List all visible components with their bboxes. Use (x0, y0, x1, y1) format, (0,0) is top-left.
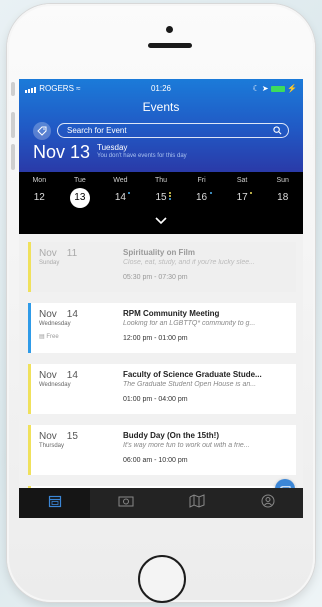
event-month: Nov (39, 431, 57, 442)
day-thu[interactable]: Thu 15 (143, 177, 179, 208)
event-card[interactable]: Nov 14 Wednesday ▤ Free RPM Community Meetin… (28, 303, 296, 353)
day-number: 13 (69, 188, 90, 208)
day-number: 17 (232, 188, 253, 208)
event-dot (250, 192, 253, 194)
chevron-down-icon[interactable] (155, 217, 167, 225)
event-date: Nov 14 (39, 309, 78, 320)
event-title: Spirituality on Film (123, 248, 196, 257)
battery-icon (270, 85, 285, 92)
day-name: Wed (113, 177, 128, 184)
day-number: 14 (110, 188, 131, 208)
event-description: Close, eat, study, and if you're lucky s… (123, 259, 255, 266)
event-dot (169, 192, 171, 194)
event-card[interactable]: Nov 15 Thursday Buddy Day (On the 15th!) It'… (28, 425, 296, 475)
event-dot (209, 192, 212, 194)
tag-icon (37, 126, 47, 136)
day-name: Tue (73, 177, 86, 184)
event-description: The Graduate Student Open House is an... (123, 381, 257, 388)
tab-map[interactable] (161, 488, 232, 518)
event-weekday: Wednesday (39, 321, 71, 327)
event-month: Nov (39, 248, 57, 259)
event-card[interactable]: Nov 11 Sunday Spirituality on Film Close, ea… (28, 242, 296, 292)
event-weekday: Thursday (39, 443, 65, 449)
event-month: Nov (39, 370, 57, 381)
event-dot (169, 195, 171, 197)
earpiece-speaker (148, 43, 192, 48)
day-sat[interactable]: Sat 17 (224, 177, 260, 208)
event-weekday: Wednesday (39, 382, 71, 388)
event-date: Nov 11 (39, 248, 77, 259)
event-time: 12:00 pm - 01:00 pm (123, 335, 188, 342)
map-icon (189, 493, 205, 513)
event-day: 15 (66, 431, 78, 442)
camera-icon (118, 494, 134, 512)
app-screen: ROGERS ≈ 01:26 ☾ ➤ ⚡ Events Search for E… (19, 79, 303, 518)
day-name: Mon (32, 177, 47, 184)
day-name: Fri (197, 177, 206, 184)
volume-up-button (11, 112, 15, 138)
day-tue[interactable]: Tue 13 (62, 177, 98, 208)
home-button[interactable] (138, 555, 186, 603)
status-right: ☾ ➤ ⚡ (252, 84, 297, 93)
front-camera (166, 26, 173, 33)
event-time: 06:00 am - 10:00 pm (123, 457, 188, 464)
day-number: 12 (33, 192, 45, 203)
status-bar: ROGERS ≈ 01:26 ☾ ➤ ⚡ (19, 84, 303, 96)
event-free-badge: ▤ Free (39, 333, 59, 340)
day-fri[interactable]: Fri 16 (184, 177, 220, 208)
tab-profile[interactable] (232, 488, 303, 518)
search-input[interactable]: Search for Event (57, 123, 289, 138)
search-icon (273, 126, 282, 135)
event-title: RPM Community Meeting (123, 309, 220, 318)
search-placeholder: Search for Event (67, 126, 127, 135)
event-month: Nov (39, 309, 57, 320)
event-description: It's way more fun to work out with a fri… (123, 442, 250, 449)
event-day: 14 (66, 309, 78, 320)
page-title: Events (142, 100, 180, 114)
day-name: Sat (236, 177, 248, 184)
event-time: 01:00 pm - 04:00 pm (123, 396, 188, 403)
moon-icon: ☾ (252, 84, 260, 93)
mute-switch (11, 82, 15, 96)
event-date: Nov 14 (39, 370, 78, 381)
day-number: 15 (151, 188, 171, 208)
profile-icon (261, 494, 275, 513)
event-dot (169, 198, 171, 200)
day-sun[interactable]: Sun 18 (265, 177, 301, 208)
event-title: Faculty of Science Graduate Stude... (123, 370, 262, 379)
no-events-message: You don't have events for this day (97, 153, 187, 159)
bottom-tab-bar (19, 488, 303, 518)
event-description: Looking for an LGBTTQ* community to g... (123, 320, 256, 327)
event-weekday: Sunday (39, 260, 60, 266)
week-strip: Mon 12 Tue 13 Wed 14 Thu 15 Fri 16 Sat 17 Sun 18 (19, 172, 303, 234)
event-title: Buddy Day (On the 15th!) (123, 431, 220, 440)
event-time: 05:30 pm - 07:30 pm (123, 274, 188, 281)
volume-down-button (11, 144, 15, 170)
event-price: Free (46, 334, 59, 340)
tag-filter-button[interactable] (33, 122, 51, 140)
location-icon: ➤ (261, 84, 269, 93)
day-name: Sun (276, 177, 289, 184)
calendar-icon (48, 494, 62, 513)
event-date: Nov 15 (39, 431, 78, 442)
events-header: ROGERS ≈ 01:26 ☾ ➤ ⚡ Events Search for E… (19, 79, 303, 172)
day-name: Thu (154, 177, 168, 184)
event-day: 14 (66, 370, 78, 381)
charging-icon: ⚡ (287, 84, 297, 93)
selected-weekday: Tuesday (97, 143, 128, 152)
day-number: 16 (192, 188, 212, 208)
day-number: 18 (277, 192, 289, 203)
event-card[interactable]: Nov 14 Wednesday Faculty of Science Graduat… (28, 364, 296, 414)
day-mon[interactable]: Mon 12 (21, 177, 57, 208)
tab-calendar[interactable] (19, 488, 90, 518)
event-dot (128, 192, 131, 194)
event-day: 11 (66, 248, 78, 259)
event-list: Nov 11 Sunday Spirituality on Film Close, ea… (19, 234, 303, 518)
day-wed[interactable]: Wed 14 (102, 177, 138, 208)
selected-date: Nov 13 (33, 142, 91, 162)
tab-camera[interactable] (90, 488, 161, 518)
